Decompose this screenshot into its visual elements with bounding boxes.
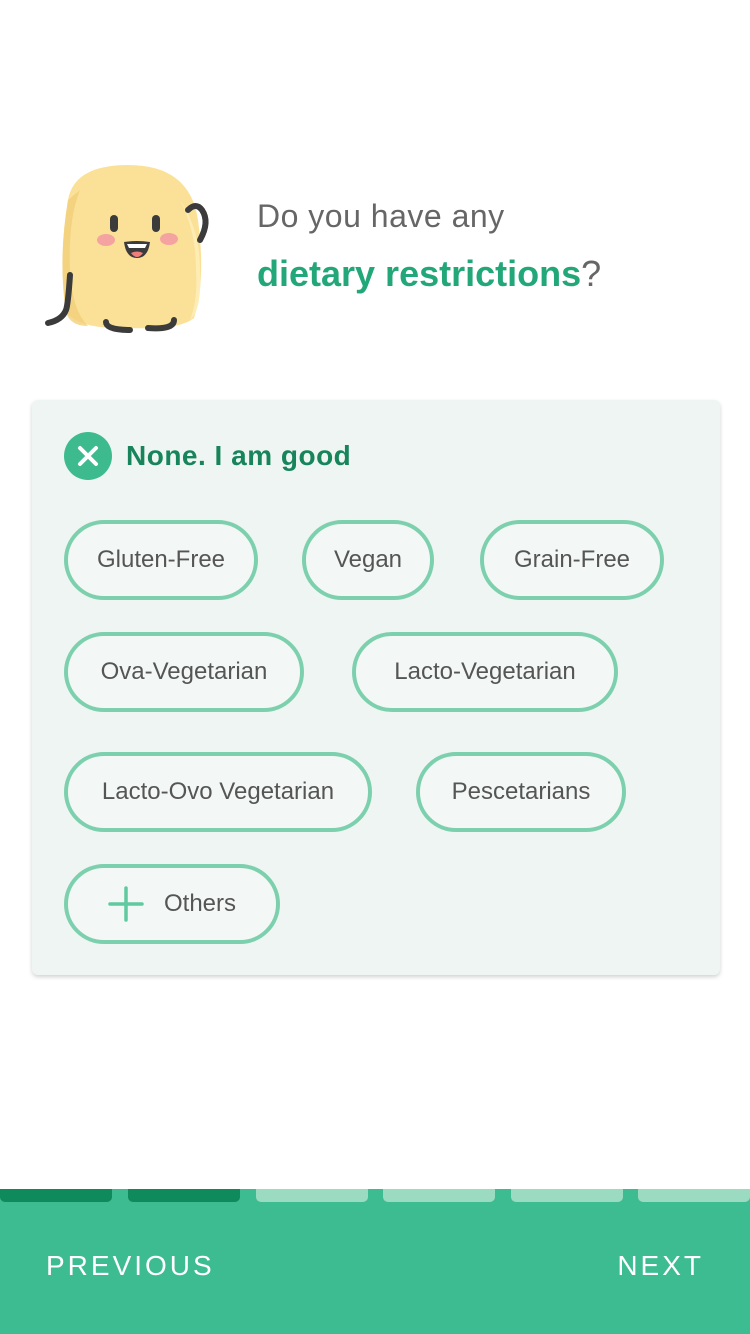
option-label: Gluten-Free <box>96 546 226 573</box>
question-heading: Do you have any dietary restrictions? <box>257 198 601 295</box>
plus-icon <box>108 886 144 922</box>
option-label: Ova-Vegetarian <box>100 658 268 685</box>
option-label: Lacto-Ovo Vegetarian <box>101 778 335 805</box>
option-label: Pescetarians <box>451 778 591 805</box>
question-suffix: ? <box>581 253 602 294</box>
progress-step-4 <box>383 1189 495 1202</box>
option-pescetarians[interactable]: Pescetarians <box>416 752 626 832</box>
question-prefix: Do you have any <box>257 198 505 234</box>
previous-button[interactable]: PREVIOUS <box>46 1250 215 1282</box>
option-label: Grain-Free <box>513 546 631 573</box>
option-grain-free[interactable]: Grain-Free <box>480 520 664 600</box>
option-gluten-free[interactable]: Gluten-Free <box>64 520 258 600</box>
none-option[interactable]: None. I am good <box>64 432 351 480</box>
option-ova-vegetarian[interactable]: Ova-Vegetarian <box>64 632 304 712</box>
potato-mascot-icon <box>40 160 220 345</box>
question-line-2: dietary restrictions? <box>257 253 601 295</box>
others-button[interactable]: Others <box>64 864 280 944</box>
progress-indicator <box>0 1189 750 1202</box>
next-button[interactable]: NEXT <box>617 1250 704 1282</box>
option-vegan[interactable]: Vegan <box>302 520 434 600</box>
progress-step-5 <box>511 1189 623 1202</box>
others-label: Others <box>163 890 237 917</box>
option-label: Lacto-Vegetarian <box>394 658 576 685</box>
option-lacto-ovo-vegetarian[interactable]: Lacto-Ovo Vegetarian <box>64 752 372 832</box>
option-lacto-vegetarian[interactable]: Lacto-Vegetarian <box>352 632 618 712</box>
close-icon <box>64 432 112 480</box>
question-highlight: dietary restrictions <box>257 253 582 294</box>
none-option-label: None. I am good <box>126 440 352 471</box>
progress-step-6 <box>638 1189 750 1202</box>
progress-step-1 <box>0 1189 112 1202</box>
progress-step-3 <box>256 1189 368 1202</box>
option-label: Vegan <box>333 546 403 573</box>
progress-step-2 <box>128 1189 240 1202</box>
restrictions-card: None. I am good Gluten-Free Vegan Grain-… <box>32 400 720 975</box>
